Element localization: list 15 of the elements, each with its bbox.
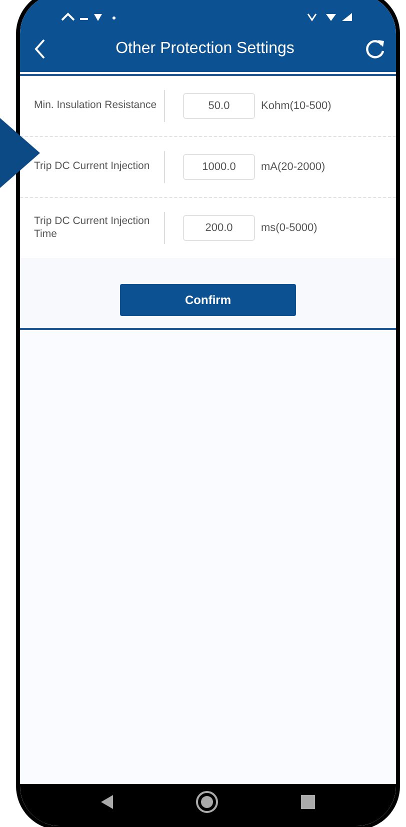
back-triangle-icon[interactable] <box>101 795 113 809</box>
value-input-field[interactable]: 1000.0 <box>183 154 255 180</box>
value-input-field[interactable]: 200.0 <box>183 215 255 241</box>
confirm-button[interactable]: Confirm <box>120 284 296 316</box>
setting-label: Trip DC Current Injection Time <box>34 214 151 242</box>
unit-range-text: mA(20-2000) <box>261 161 326 173</box>
setting-label: Min. Insulation Resistance <box>34 99 158 113</box>
header-title: Other Protection Settings <box>116 40 294 58</box>
unit-range-text: Kohm(10-500) <box>261 100 332 112</box>
refresh-icon[interactable] <box>364 38 386 60</box>
unit-range-text: ms(0-5000) <box>261 222 318 234</box>
value-input-field[interactable]: 50.0 <box>183 93 255 119</box>
home-circle-icon[interactable] <box>195 790 219 814</box>
setting-label: Trip DC Current Injection <box>34 160 151 174</box>
back-icon[interactable] <box>34 38 46 60</box>
